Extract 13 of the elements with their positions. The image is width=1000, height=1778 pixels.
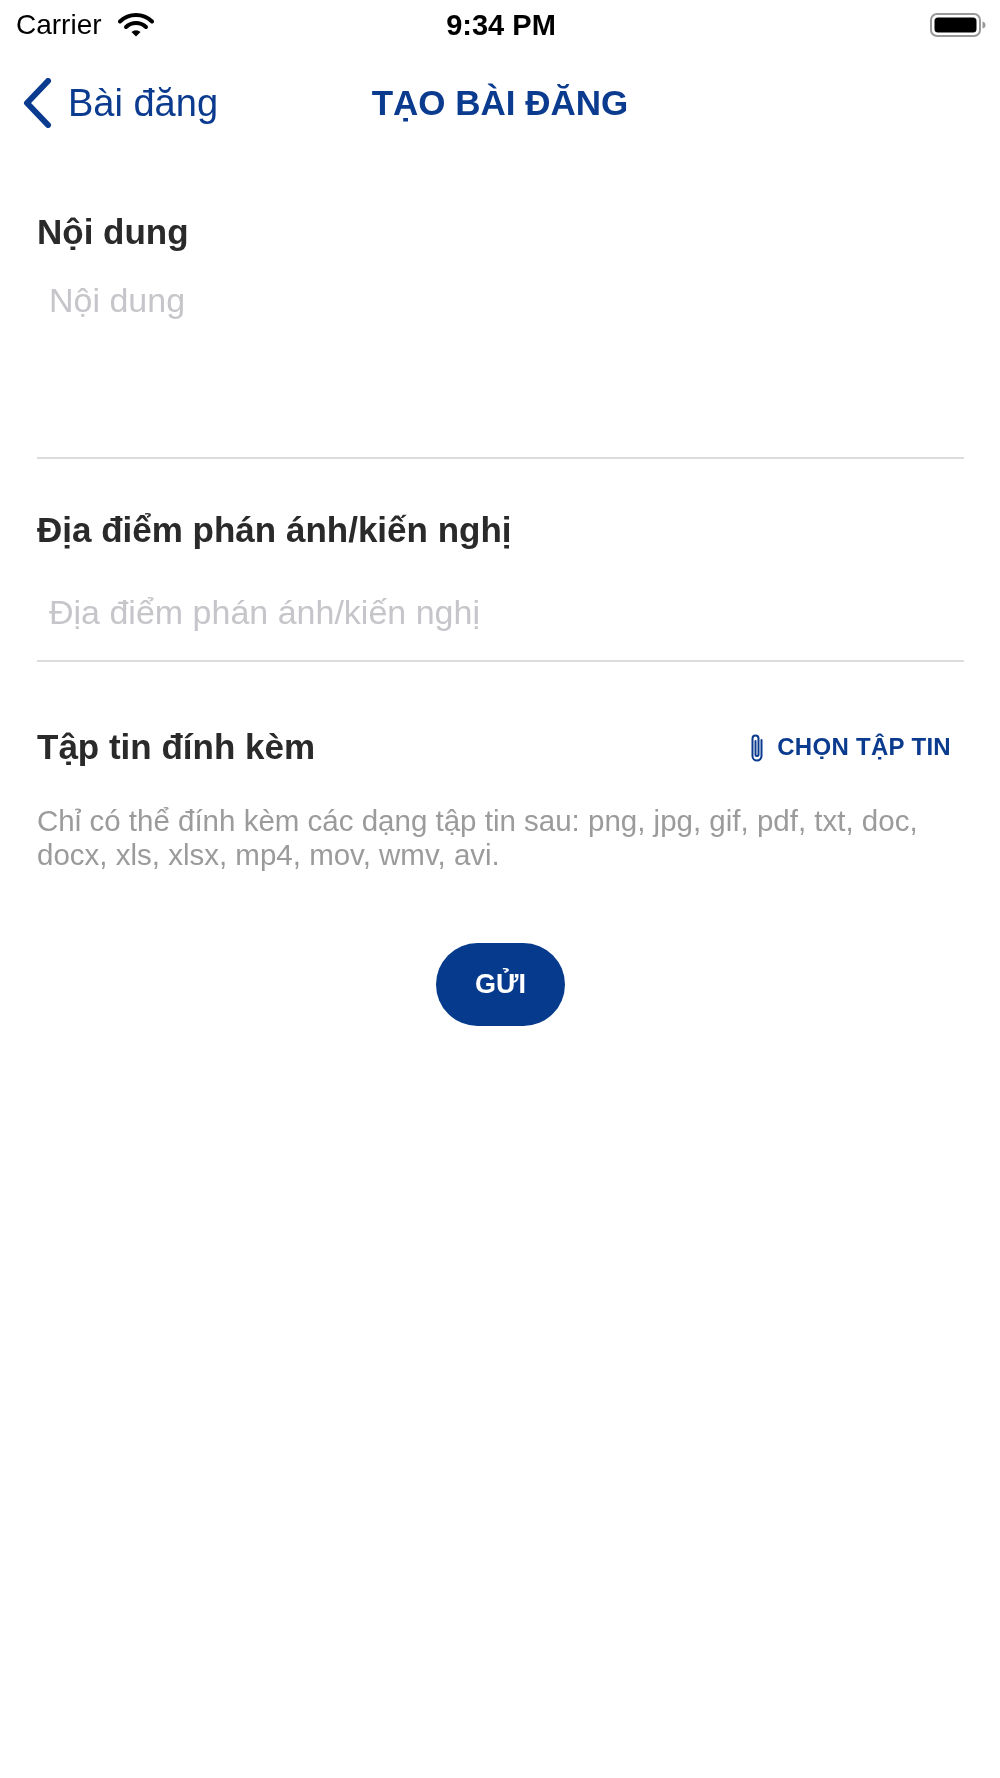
battery-icon xyxy=(930,13,986,37)
wifi-icon xyxy=(117,13,154,37)
field-label: Địa điểm phán ánh/kiến nghị xyxy=(37,509,512,551)
submit-button[interactable]: GỬI xyxy=(436,943,565,1026)
page-title: TẠO BÀI ĐĂNG xyxy=(371,81,629,124)
hint-text: Chỉ có thể đính kèm các dạng tập tin sau: png, jpg, gif, pdf, txt, doc, docx, xls, xlsx, mp4, mov, wmv, avi. xyxy=(37,804,919,872)
carrier-label: Carrier xyxy=(16,8,102,42)
field-label: Tập tin đính kèm xyxy=(37,726,316,768)
back-button[interactable]: Bài đăng xyxy=(22,77,218,128)
chevron-left-icon xyxy=(22,77,52,128)
field-label: Nội dung xyxy=(37,211,189,253)
time-label: 9:34 PM xyxy=(446,8,556,42)
choose-file-button[interactable]: CHỌN TẬP TIN xyxy=(749,731,951,763)
